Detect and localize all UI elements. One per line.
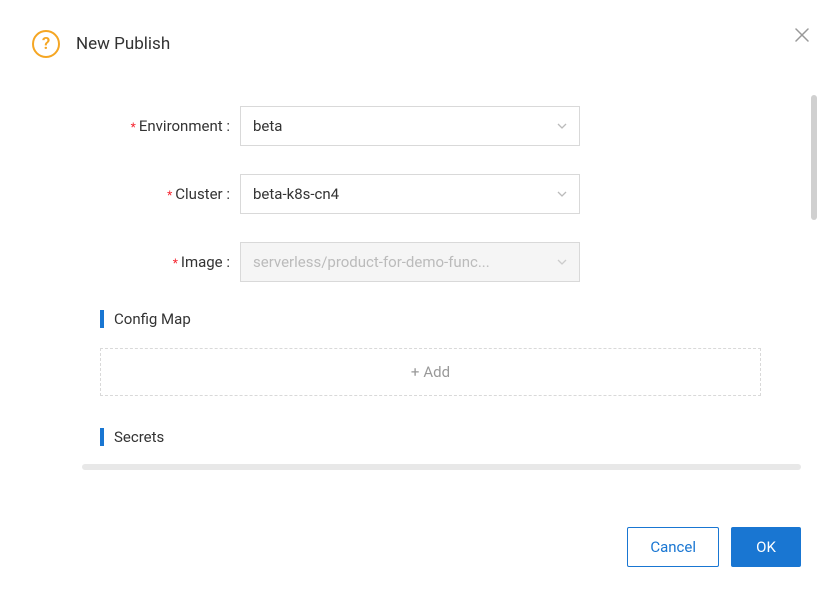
dialog-content: *Environment : beta *Cluster : beta-k8s-… [32,106,801,486]
add-configmap-button[interactable]: + Add [100,348,761,396]
help-icon: ? [32,30,60,58]
required-mark: * [131,120,136,134]
section-bar-icon [100,428,104,446]
secrets-section-title: Secrets [100,428,761,446]
chevron-down-icon [557,191,567,197]
image-select: serverless/product-for-demo-func... [240,242,580,282]
image-value: serverless/product-for-demo-func... [253,253,549,271]
environment-label: *Environment : [100,117,240,135]
horizontal-scrollbar[interactable] [82,464,801,470]
close-icon[interactable] [795,28,809,46]
cluster-value: beta-k8s-cn4 [253,185,549,203]
image-label: *Image : [100,253,240,271]
cluster-row: *Cluster : beta-k8s-cn4 [100,174,761,214]
add-label: Add [423,363,450,381]
environment-value: beta [253,117,549,135]
publish-dialog: ? New Publish *Environment : beta *Clust… [0,0,833,595]
environment-row: *Environment : beta [100,106,761,146]
chevron-down-icon [557,259,567,265]
required-mark: * [167,188,172,202]
scrollbar[interactable] [811,95,817,220]
environment-select[interactable]: beta [240,106,580,146]
dialog-header: ? New Publish [32,30,801,58]
cluster-label: *Cluster : [100,185,240,203]
required-mark: * [173,256,178,270]
image-row: *Image : serverless/product-for-demo-fun… [100,242,761,282]
dialog-title: New Publish [76,34,170,54]
cluster-select[interactable]: beta-k8s-cn4 [240,174,580,214]
dialog-footer: Cancel OK [627,527,801,567]
cancel-button[interactable]: Cancel [627,527,719,567]
chevron-down-icon [557,123,567,129]
ok-button[interactable]: OK [731,527,801,567]
section-bar-icon [100,310,104,328]
plus-icon: + [411,363,420,381]
configmap-section-title: Config Map [100,310,761,328]
